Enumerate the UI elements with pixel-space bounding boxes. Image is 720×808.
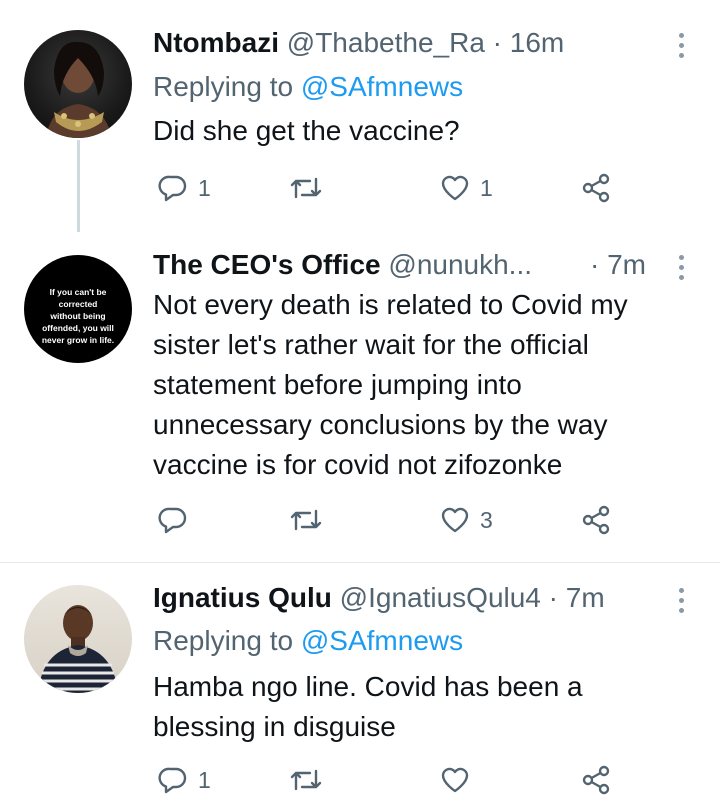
share-button[interactable]: [580, 760, 612, 800]
share-icon: [582, 173, 610, 203]
reply-count: 1: [198, 174, 211, 201]
replying-label: Replying to: [153, 625, 294, 656]
more-options-icon[interactable]: [676, 33, 686, 58]
tweet-text: Did she get the vaccine?: [153, 111, 693, 151]
tweet-actions: 1: [0, 760, 720, 800]
like-button[interactable]: 1: [440, 168, 493, 208]
tweet-text-line: Not every death is related to Covid my: [153, 289, 628, 320]
reply-icon: [158, 175, 187, 202]
tweet-text-line: statement before jumping into: [153, 369, 522, 400]
timestamp[interactable]: · 7m: [590, 249, 646, 281]
tweet-text-line: sister let's rather wait for the officia…: [153, 329, 589, 360]
share-icon: [582, 765, 610, 795]
avatar-quote-line: corrected: [58, 299, 98, 309]
reply-button[interactable]: 1: [158, 168, 211, 208]
retweet-icon: [290, 769, 322, 791]
tweet-2[interactable]: If you can't be corrected without being …: [0, 230, 720, 562]
replying-label: Replying to: [153, 71, 294, 102]
share-button[interactable]: [580, 500, 612, 540]
timestamp[interactable]: · 16m: [493, 27, 565, 58]
tweet-header: The CEO's Office @nunukh...: [153, 249, 532, 281]
tweet-actions: 3: [0, 500, 720, 540]
tweet-header: Ignatius Qulu @IgnatiusQulu4 · 7m: [153, 582, 605, 614]
retweet-icon: [290, 177, 322, 199]
replying-to: Replying to @SAfmnews: [153, 625, 463, 657]
reply-icon: [158, 767, 187, 794]
display-name[interactable]: The CEO's Office: [153, 249, 381, 280]
more-options-icon[interactable]: [676, 588, 686, 613]
like-count: 3: [480, 506, 493, 533]
timestamp[interactable]: · 7m: [549, 582, 605, 613]
tweet-text-line: unnecessary conclusions by the way: [153, 409, 608, 440]
retweet-button[interactable]: [289, 168, 323, 208]
avatar-quote-line: never grow in life.: [41, 335, 115, 345]
avatar-quote-line: without being: [50, 311, 106, 321]
avatar-quote-line: If you can't be: [49, 287, 107, 297]
user-handle[interactable]: @IgnatiusQulu4: [340, 582, 541, 613]
avatar-ntombazi[interactable]: [24, 30, 132, 138]
avatar-ignatius[interactable]: [24, 585, 132, 693]
reply-count: 1: [198, 766, 211, 793]
retweet-button[interactable]: [289, 760, 323, 800]
display-name[interactable]: Ignatius Qulu: [153, 582, 332, 613]
like-button[interactable]: [440, 760, 480, 800]
portrait-man-icon: [38, 605, 118, 693]
tweet-text-line: vaccine is for covid not zifozonke: [153, 449, 563, 480]
mention-link[interactable]: @SAfmnews: [301, 625, 463, 656]
reply-button[interactable]: 1: [158, 760, 211, 800]
tweet-text-line: Did she get the vaccine?: [153, 115, 460, 146]
tweet-text-line: blessing in disguise: [153, 711, 396, 742]
avatar-quote: If you can't be corrected without being …: [24, 286, 132, 346]
more-options-icon[interactable]: [676, 255, 686, 280]
tweet-text: Hamba ngo line. Covid has been a blessin…: [153, 667, 693, 747]
tweet-text-line: Hamba ngo line. Covid has been a: [153, 671, 583, 702]
user-handle[interactable]: @Thabethe_Ra: [287, 27, 485, 58]
avatar-ceo-office[interactable]: If you can't be corrected without being …: [24, 255, 132, 363]
avatar-quote-line: offended, you will: [42, 323, 114, 333]
tweet-text: Not every death is related to Covid my s…: [153, 285, 693, 485]
heart-icon: [441, 767, 469, 793]
tweet-header: Ntombazi @Thabethe_Ra · 16m: [153, 27, 564, 59]
replying-to: Replying to @SAfmnews: [153, 71, 463, 103]
reply-icon: [158, 507, 187, 534]
heart-icon: [441, 175, 469, 201]
share-button[interactable]: [580, 168, 612, 208]
tweet-3[interactable]: Ignatius Qulu @IgnatiusQulu4 · 7m Replyi…: [0, 563, 720, 808]
display-name[interactable]: Ntombazi: [153, 27, 279, 58]
retweet-icon: [290, 509, 322, 531]
tweet-1[interactable]: Ntombazi @Thabethe_Ra · 16m Replying to …: [0, 0, 720, 232]
like-count: 1: [480, 174, 493, 201]
tweet-actions: 1 1: [0, 168, 720, 208]
mention-link[interactable]: @SAfmnews: [301, 71, 463, 102]
retweet-button[interactable]: [289, 500, 323, 540]
share-icon: [582, 505, 610, 535]
heart-icon: [441, 507, 469, 533]
reply-button[interactable]: [158, 500, 198, 540]
user-handle[interactable]: @nunukh...: [388, 249, 532, 280]
portrait-woman-icon: [46, 41, 112, 138]
like-button[interactable]: 3: [440, 500, 493, 540]
